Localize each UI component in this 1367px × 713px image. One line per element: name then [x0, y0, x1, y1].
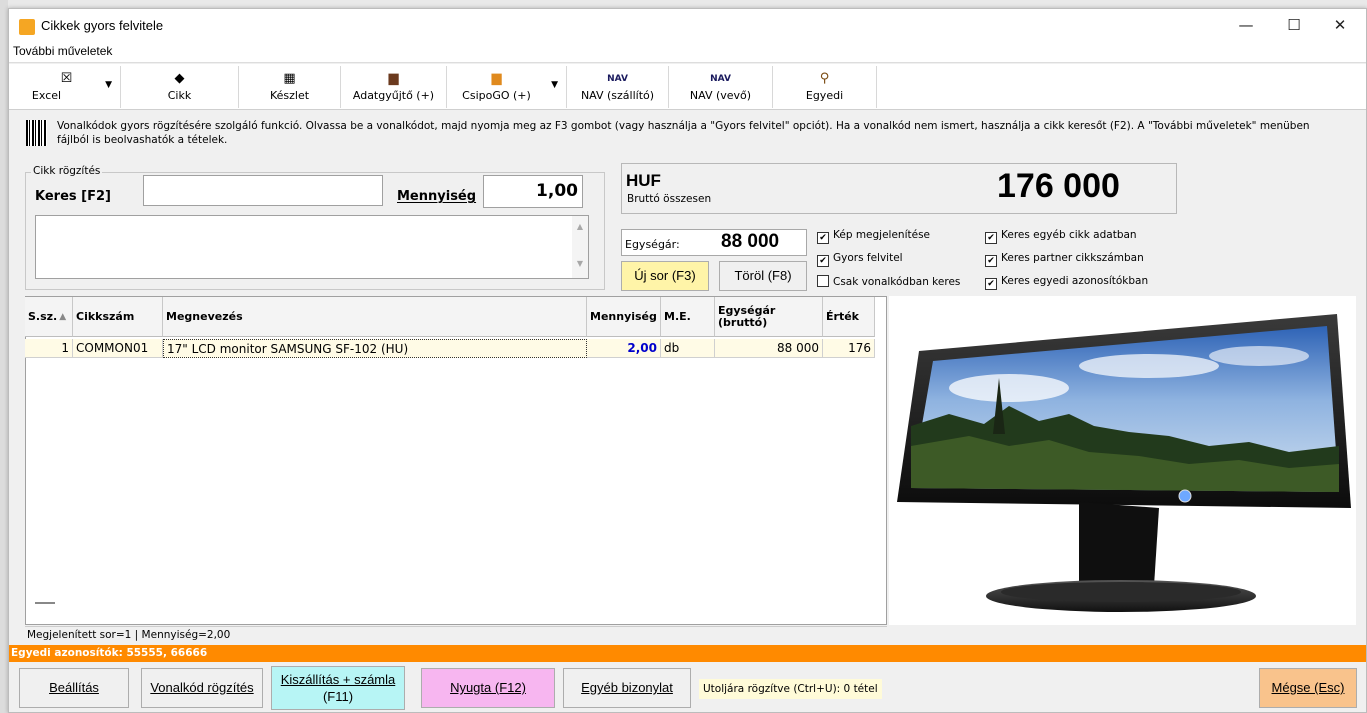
search-label: Keres [F2]: [35, 189, 111, 204]
window-title: Cikkek gyors felvitele: [41, 18, 164, 33]
scroll-up-icon[interactable]: ▲: [572, 222, 588, 231]
stock-icon: ▦: [283, 71, 296, 86]
gross-total-label: Bruttó összesen: [627, 193, 712, 205]
app-window: Cikkek gyors felvitele — ☐ ✕ További műv…: [8, 8, 1367, 713]
excel-icon: ☒: [60, 71, 73, 86]
barcode-icon: [26, 120, 47, 146]
checkbox-search-other-data[interactable]: ✔ Keres egyéb cikk adatban: [985, 229, 1137, 244]
checkbox-box[interactable]: [817, 275, 829, 287]
settings-button[interactable]: Beállítás: [19, 668, 129, 708]
col-header-price[interactable]: Egységár (bruttó): [715, 297, 823, 337]
unique-ids-bar: Egyedi azonosítók: 55555, 66666: [9, 645, 1366, 662]
memo-scrollbar[interactable]: ▲ ▼: [572, 216, 588, 278]
receipt-button[interactable]: Nyugta (F12): [421, 668, 555, 708]
title-bar: [9, 9, 1366, 41]
table-row-price[interactable]: 88 000: [715, 339, 823, 358]
table-row-ssz[interactable]: 1: [25, 339, 73, 358]
table-row-unit[interactable]: db: [661, 339, 715, 358]
nav-supplier-icon: NAV: [607, 74, 628, 84]
cancel-button[interactable]: Mégse (Esc): [1259, 668, 1357, 708]
barcode-record-button[interactable]: Vonalkód rögzítés: [141, 668, 263, 708]
monitor-image: [897, 314, 1351, 612]
checkbox-barcode-only[interactable]: Csak vonalkódban keres: [817, 275, 960, 288]
gross-total-value: 176 000: [997, 167, 1120, 205]
new-row-button[interactable]: Új sor (F3): [621, 261, 709, 291]
chevron-down-icon[interactable]: ▼: [551, 80, 558, 90]
checkbox-box[interactable]: ✔: [985, 278, 997, 290]
quantity-label: Mennyiség: [397, 189, 477, 204]
toolbar-nav-supplier-button[interactable]: NAV NAV (szállító): [567, 66, 669, 108]
quantity-input[interactable]: 1,00: [483, 175, 583, 208]
item-icon: ◆: [174, 71, 185, 86]
nav-customer-icon: NAV: [710, 74, 731, 84]
status-line: Megjelenített sor=1 | Mennyiség=2,00: [25, 626, 887, 644]
info-line-1: Vonalkódok gyors rögzítésére szolgáló fu…: [57, 120, 1310, 132]
minimize-button[interactable]: —: [1223, 9, 1269, 41]
checkbox-box[interactable]: ✔: [985, 255, 997, 267]
unit-price-label: Egységár:: [625, 238, 680, 251]
toolbar-csipogo-button[interactable]: ▆ CsipoGO (+) ▼: [447, 66, 567, 108]
chevron-down-icon[interactable]: ▼: [105, 80, 112, 90]
col-header-value[interactable]: Érték: [823, 297, 875, 337]
toolbar: ☒ Excel ▼ ◆ Cikk ▦ Készlet ▆ Adatgyűjtő …: [9, 64, 1366, 110]
unit-price-value: 88 000: [721, 231, 780, 252]
table-row-value[interactable]: 176: [823, 339, 875, 358]
key-icon: ⚲: [819, 71, 830, 86]
group-label: Cikk rögzítés: [31, 165, 103, 177]
checkbox-search-partner-code[interactable]: ✔ Keres partner cikkszámban: [985, 252, 1144, 267]
maximize-button[interactable]: ☐: [1271, 9, 1317, 41]
checkbox-show-image[interactable]: ✔ Kép megjelenítése: [817, 229, 930, 244]
checkbox-box[interactable]: ✔: [985, 232, 997, 244]
checkbox-box[interactable]: ✔: [817, 232, 829, 244]
close-button[interactable]: ✕: [1317, 9, 1363, 41]
scroll-down-icon[interactable]: ▼: [572, 259, 588, 268]
checkbox-quick-entry[interactable]: ✔ Gyors felvitel: [817, 252, 903, 267]
toolbar-unique-button[interactable]: ⚲ Egyedi: [773, 66, 877, 108]
table-row-qty[interactable]: 2,00: [587, 339, 661, 358]
toolbar-stock-button[interactable]: ▦ Készlet: [239, 66, 341, 108]
other-document-button[interactable]: Egyéb bizonylat: [563, 668, 691, 708]
toolbar-nav-customer-button[interactable]: NAV NAV (vevő): [669, 66, 773, 108]
toolbar-item-button[interactable]: ◆ Cikk: [121, 66, 239, 108]
checkbox-search-unique-ids[interactable]: ✔ Keres egyedi azonosítókban: [985, 275, 1148, 290]
checkbox-box[interactable]: ✔: [817, 255, 829, 267]
col-header-qty[interactable]: Mennyiség: [587, 297, 661, 337]
table-row-code[interactable]: COMMON01: [73, 339, 163, 358]
app-icon: [19, 19, 35, 35]
table-row-name[interactable]: 17" LCD monitor SAMSUNG SF-102 (HU): [163, 339, 587, 358]
background-edge: [0, 0, 8, 713]
currency-label: HUF: [626, 171, 661, 190]
col-header-code[interactable]: Cikkszám: [73, 297, 163, 337]
menu-more-operations[interactable]: További műveletek: [13, 44, 112, 58]
last-recorded-label: Utoljára rögzítve (Ctrl+U): 0 tétel: [699, 679, 882, 699]
scrollbar-handle[interactable]: [35, 602, 55, 604]
toolbar-excel-button[interactable]: ☒ Excel ▼: [13, 66, 121, 108]
search-input[interactable]: [143, 175, 383, 206]
csipogo-icon: ▆: [491, 71, 502, 86]
col-header-ssz[interactable]: S.sz. ▲: [25, 297, 73, 337]
info-text: Vonalkódok gyors rögzítésére szolgáló fu…: [57, 119, 1347, 147]
delivery-invoice-button[interactable]: Kiszállítás + számla (F11): [271, 666, 405, 710]
info-line-2: fájlból is beolvashatók a tételek.: [57, 134, 228, 146]
product-image: [889, 296, 1356, 625]
col-header-name[interactable]: Megnevezés: [163, 297, 587, 337]
delete-button[interactable]: Töröl (F8): [719, 261, 807, 291]
sort-up-icon: ▲: [59, 311, 67, 322]
col-header-unit[interactable]: M.E.: [661, 297, 715, 337]
menu-bar: [9, 41, 1366, 63]
memo-field[interactable]: ▲ ▼: [35, 215, 589, 279]
